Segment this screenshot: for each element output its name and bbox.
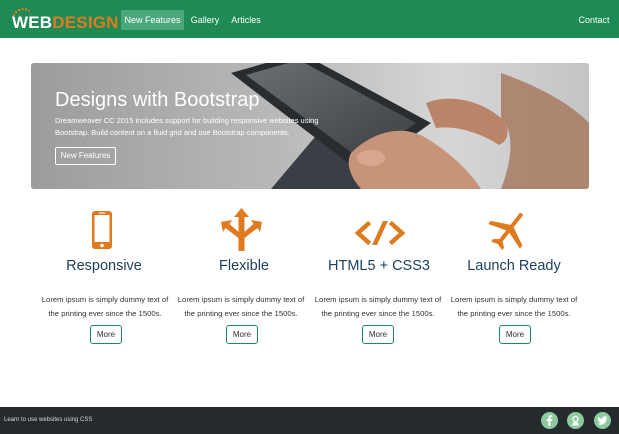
hero-description: Dreamweaver CC 2015 includes support for… — [55, 116, 319, 137]
more-button-responsive[interactable]: More — [90, 325, 122, 344]
feature-text-launch-ready: Lorem ipsum is simply dummy text of the … — [450, 295, 578, 318]
logo[interactable]: WEBDESIGN — [12, 14, 119, 32]
feature-text-responsive: Lorem ipsum is simply dummy text of the … — [41, 295, 169, 318]
code-icon — [354, 221, 406, 245]
twitter-icon[interactable] — [594, 412, 611, 429]
feature-text-flexible: Lorem ipsum is simply dummy text of the … — [177, 295, 305, 318]
nav-contact[interactable]: Contact — [574, 10, 614, 30]
more-button-launch-ready[interactable]: More — [499, 325, 531, 344]
footer: Learn to use websites using CSS — [0, 407, 619, 434]
facebook-icon[interactable] — [541, 412, 558, 429]
navbar: WEBDESIGN New Features Gallery Articles … — [0, 0, 619, 38]
footer-text: Learn to use websites using CSS — [4, 417, 93, 423]
feature-title-responsive: Responsive — [66, 258, 142, 274]
feature-title-flexible: Flexible — [219, 258, 269, 274]
hero-title: Designs with Bootstrap — [55, 89, 260, 111]
nav-new-features[interactable]: New Features — [121, 10, 184, 30]
nav-articles[interactable]: Articles — [226, 10, 266, 30]
split-arrows-icon — [221, 208, 262, 251]
mobile-phone-icon — [92, 211, 112, 249]
feature-title-html5-css3: HTML5 + CSS3 — [328, 258, 430, 274]
feature-title-launch-ready: Launch Ready — [467, 258, 561, 274]
more-button-flexible[interactable]: More — [226, 325, 258, 344]
hero-new-features-button[interactable]: New Features — [55, 147, 116, 165]
nav-gallery[interactable]: Gallery — [186, 10, 224, 30]
more-button-html5-css3[interactable]: More — [362, 325, 394, 344]
logo-web-text: WEB — [12, 13, 53, 32]
logo-design-text: DESIGN — [52, 13, 119, 32]
google-plus-icon[interactable] — [567, 412, 584, 429]
feature-text-html5-css3: Lorem ipsum is simply dummy text of the … — [314, 295, 442, 318]
airplane-icon — [488, 212, 523, 250]
